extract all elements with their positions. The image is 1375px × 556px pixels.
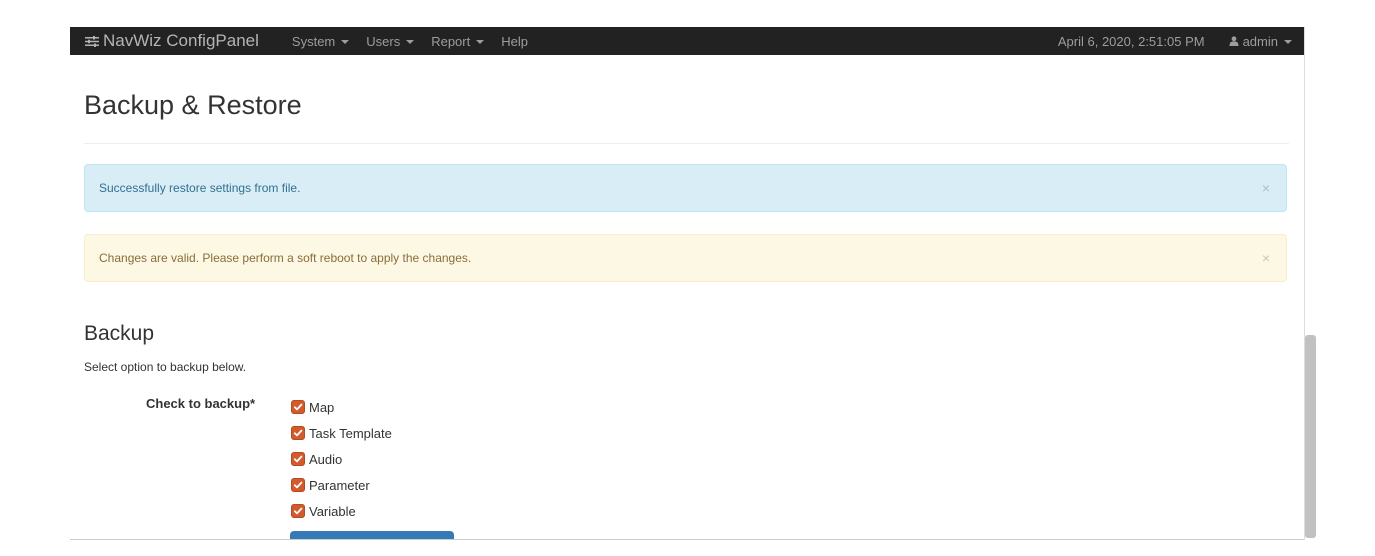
caret-down-icon xyxy=(406,40,415,44)
close-icon[interactable]: × xyxy=(1262,250,1270,266)
nav-menu-label: System xyxy=(291,33,336,49)
success-alert: Successfully restore settings from file.… xyxy=(84,164,1287,212)
nav-menu-label: Help xyxy=(501,33,528,49)
backup-option-map[interactable]: Map xyxy=(291,394,392,420)
checkbox-label: Variable xyxy=(309,503,356,519)
warning-alert: Changes are valid. Please perform a soft… xyxy=(84,234,1287,282)
close-icon[interactable]: × xyxy=(1262,180,1270,196)
nav-menu-system[interactable]: System xyxy=(291,33,350,49)
backup-help-text: Select option to backup below. xyxy=(84,360,247,374)
alert-message: Changes are valid. Please perform a soft… xyxy=(99,251,472,265)
checkbox-label: Parameter xyxy=(309,477,370,493)
backup-option-parameter[interactable]: Parameter xyxy=(291,472,392,498)
page-title: Backup & Restore xyxy=(84,90,302,120)
nav-link-help[interactable]: Help xyxy=(501,34,528,49)
nav-menu-report[interactable]: Report xyxy=(431,33,485,49)
checkbox-checked-icon[interactable] xyxy=(291,400,305,414)
checkbox-checked-icon[interactable] xyxy=(291,478,305,492)
user-menu[interactable]: admin xyxy=(1229,34,1292,49)
current-datetime: April 6, 2020, 2:51:05 PM xyxy=(1057,33,1205,49)
backup-options-label: Check to backup* xyxy=(146,396,256,411)
caret-down-icon xyxy=(341,40,350,44)
backup-options-list: Map Task Template Audio Parameter Variab… xyxy=(291,394,392,524)
checkbox-checked-icon[interactable] xyxy=(291,426,305,440)
backup-option-audio[interactable]: Audio xyxy=(291,446,392,472)
title-divider xyxy=(84,143,1289,144)
caret-down-icon xyxy=(476,40,485,44)
user-icon xyxy=(1229,36,1239,46)
user-name: admin xyxy=(1242,33,1278,49)
viewport-bottom-edge xyxy=(70,539,1304,540)
checkbox-checked-icon[interactable] xyxy=(291,504,305,518)
scrollbar-thumb[interactable] xyxy=(1305,335,1316,538)
nav-menu-label: Users xyxy=(366,33,401,49)
checkbox-checked-icon[interactable] xyxy=(291,452,305,466)
top-navbar: NavWiz ConfigPanel System Users Report H… xyxy=(70,27,1304,55)
nav-menu-label: Report xyxy=(431,33,471,49)
caret-down-icon xyxy=(1284,40,1292,44)
checkbox-label: Task Template xyxy=(309,425,392,441)
checkbox-label: Audio xyxy=(309,451,343,467)
sliders-icon xyxy=(85,35,99,47)
backup-section-title: Backup xyxy=(84,322,155,345)
brand-link[interactable]: NavWiz ConfigPanel xyxy=(85,31,259,51)
checkbox-label: Map xyxy=(309,399,335,415)
backup-option-task-template[interactable]: Task Template xyxy=(291,420,392,446)
backup-option-variable[interactable]: Variable xyxy=(291,498,392,524)
alert-message: Successfully restore settings from file. xyxy=(99,181,301,195)
brand-name: NavWiz ConfigPanel xyxy=(103,31,259,50)
nav-menu-users[interactable]: Users xyxy=(366,33,415,49)
